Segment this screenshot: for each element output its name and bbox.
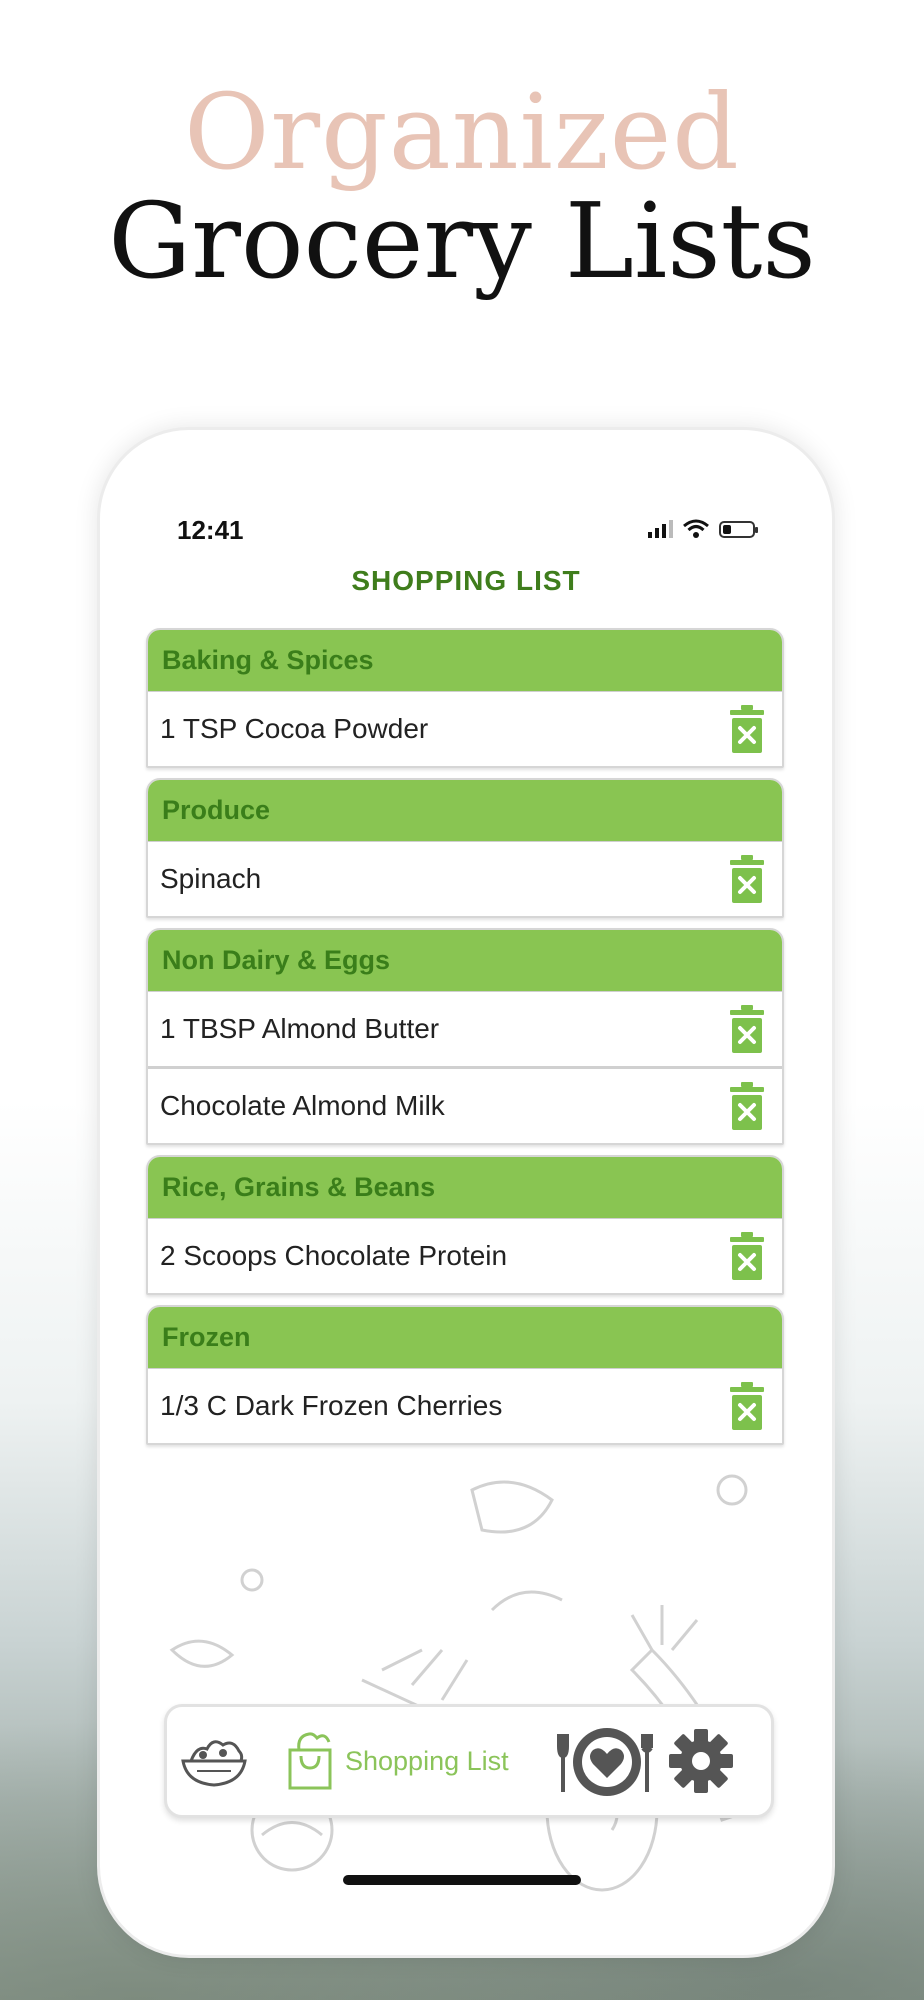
category-header: Non Dairy & Eggs bbox=[148, 930, 782, 991]
trash-icon bbox=[730, 1382, 764, 1430]
page-title: SHOPPING LIST bbox=[351, 565, 581, 596]
list-item-label: 2 Scoops Chocolate Protein bbox=[160, 1240, 508, 1271]
promo-headline: Organized Grocery Lists bbox=[0, 71, 924, 303]
list-item[interactable]: 1/3 C Dark Frozen Cherries bbox=[148, 1368, 782, 1443]
status-icons bbox=[648, 519, 758, 539]
list-item[interactable]: Spinach bbox=[148, 841, 782, 916]
category-card: Frozen 1/3 C Dark Frozen Cherries bbox=[146, 1305, 784, 1445]
list-item-label: Chocolate Almond Milk bbox=[160, 1090, 445, 1121]
trash-icon bbox=[730, 1005, 764, 1053]
category-header: Baking & Spices bbox=[148, 630, 782, 691]
trash-icon bbox=[730, 855, 764, 903]
status-time: 12:41 bbox=[177, 515, 244, 545]
list-item[interactable]: 1 TSP Cocoa Powder bbox=[148, 691, 782, 766]
category-header: Produce bbox=[148, 780, 782, 841]
trash-icon bbox=[730, 1232, 764, 1280]
battery-icon bbox=[719, 520, 758, 538]
delete-item-button[interactable] bbox=[728, 1005, 766, 1053]
headline-line-2: Grocery Lists bbox=[108, 180, 816, 303]
delete-item-button[interactable] bbox=[728, 855, 766, 903]
list-item[interactable]: 2 Scoops Chocolate Protein bbox=[148, 1218, 782, 1293]
trash-icon bbox=[730, 705, 764, 753]
home-indicator[interactable] bbox=[343, 1875, 581, 1885]
tab-shopping-list-label: Shopping List bbox=[345, 1745, 509, 1776]
delete-item-button[interactable] bbox=[728, 1382, 766, 1430]
category-header: Rice, Grains & Beans bbox=[148, 1157, 782, 1218]
category-card: Produce Spinach bbox=[146, 778, 784, 918]
list-item-label: Spinach bbox=[160, 863, 262, 894]
category-card: Rice, Grains & Beans 2 Scoops Chocolate P… bbox=[146, 1155, 784, 1295]
list-item-label: 1 TBSP Almond Butter bbox=[160, 1013, 440, 1044]
category-card: Non Dairy & Eggs 1 TBSP Almond Butter Choc… bbox=[146, 928, 784, 1145]
list-item[interactable]: Chocolate Almond Milk bbox=[148, 1066, 782, 1143]
shopping-bag-icon bbox=[288, 1732, 332, 1790]
list-item-label: 1/3 C Dark Frozen Cherries bbox=[160, 1390, 503, 1421]
headline-line-1: Organized bbox=[184, 71, 740, 193]
wifi-icon bbox=[683, 519, 709, 538]
status-bar: 12:41 bbox=[177, 515, 758, 555]
list-item[interactable]: 1 TBSP Almond Butter bbox=[148, 991, 782, 1066]
delete-item-button[interactable] bbox=[728, 1082, 766, 1130]
tab-meal-plan[interactable] bbox=[555, 1707, 659, 1815]
tab-recipes[interactable] bbox=[177, 1707, 251, 1815]
delete-item-button[interactable] bbox=[728, 1232, 766, 1280]
salad-bowl-icon bbox=[181, 1740, 247, 1787]
app-screen: 12:41 SHOPPING LIST Baking & Spices 1 TSP… bbox=[132, 460, 800, 1925]
phone-frame: 12:41 SHOPPING LIST Baking & Spices 1 TSP… bbox=[97, 427, 835, 1958]
trash-icon bbox=[730, 1082, 764, 1130]
tab-settings[interactable] bbox=[667, 1707, 735, 1815]
gear-icon bbox=[669, 1729, 733, 1793]
plate-heart-icon bbox=[557, 1728, 653, 1796]
cellular-signal-icon bbox=[648, 520, 673, 538]
category-header: Frozen bbox=[148, 1307, 782, 1368]
tab-shopping-list[interactable]: Shopping List bbox=[285, 1707, 509, 1815]
delete-item-button[interactable] bbox=[728, 705, 766, 753]
category-card: Baking & Spices 1 TSP Cocoa Powder bbox=[146, 628, 784, 768]
bottom-tab-bar: Shopping List bbox=[164, 1704, 774, 1818]
shopping-list: Baking & Spices 1 TSP Cocoa Powder Produce… bbox=[146, 628, 784, 1455]
list-item-label: 1 TSP Cocoa Powder bbox=[160, 713, 429, 744]
